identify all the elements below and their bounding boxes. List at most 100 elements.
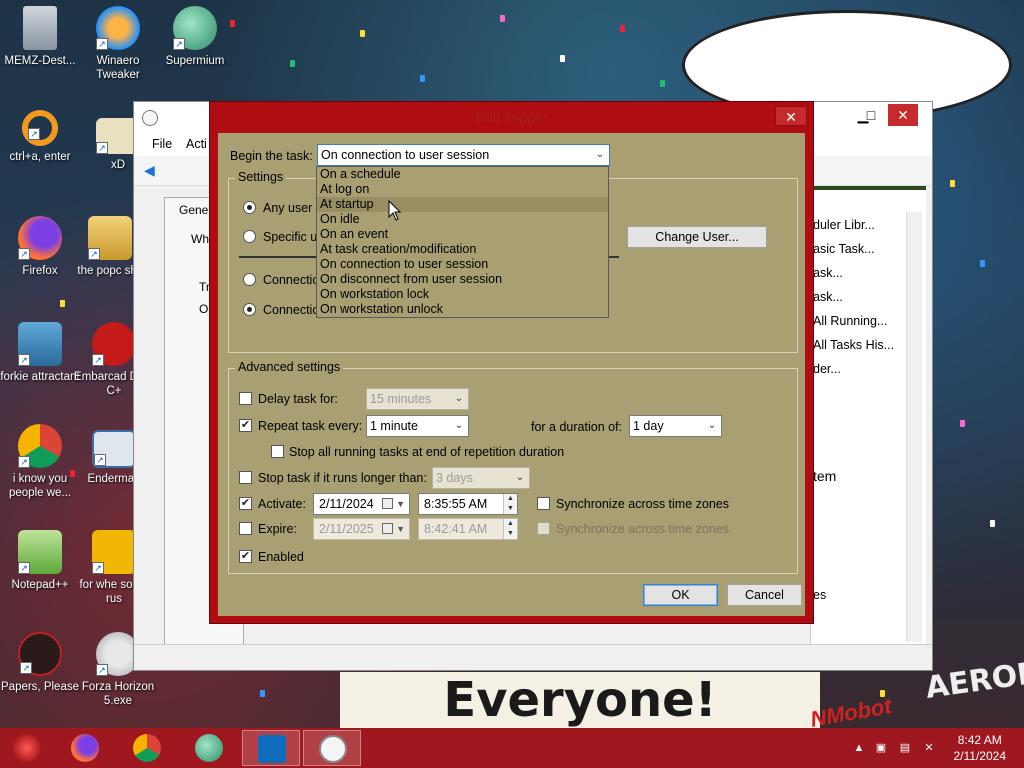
task-scheduler-icon: [319, 735, 347, 763]
delay-select[interactable]: 15 minutes ⌄: [366, 388, 469, 410]
sync-activate-checkbox[interactable]: [537, 497, 550, 510]
taskbar-chrome[interactable]: [122, 730, 172, 766]
clock-app-icon: [142, 110, 158, 126]
shortcut-arrow-icon: ↗: [96, 142, 108, 154]
dropdown-option[interactable]: At task creation/modification: [317, 242, 608, 257]
taskbar-task-scheduler[interactable]: [303, 730, 361, 766]
maximize-icon[interactable]: □: [856, 104, 886, 126]
specific-user-radio[interactable]: [243, 230, 256, 243]
action-item[interactable]: duler Libr...: [813, 218, 875, 232]
expire-date-picker[interactable]: 2/11/2025 ▼: [313, 518, 410, 540]
cancel-button[interactable]: Cancel: [727, 584, 802, 606]
shortcut-arrow-icon: ↗: [92, 354, 104, 366]
confetti: [560, 55, 565, 62]
desktop-icon-memz[interactable]: MEMZ-Dest...: [0, 6, 80, 68]
change-user-button[interactable]: Change User...: [627, 226, 767, 248]
begin-task-dropdown-list[interactable]: On a schedule At log on At startup On id…: [316, 166, 609, 318]
chevron-down-icon: ▼: [396, 524, 405, 534]
activate-time-picker[interactable]: 8:35:55 AM ▲ ▼: [418, 493, 518, 515]
supermium-icon: ↗: [173, 6, 217, 50]
spin-arrows-icon[interactable]: ▲ ▼: [503, 494, 517, 514]
taskbar-firefox[interactable]: [60, 730, 110, 766]
shortcut-arrow-icon: ↗: [18, 248, 30, 260]
desktop-icon-papers-please[interactable]: ↗ Papers, Please: [0, 632, 80, 694]
any-user-radio[interactable]: [243, 201, 256, 214]
desktop-icon-supermium[interactable]: ↗ Supermium: [155, 6, 235, 68]
firefox-icon: [71, 734, 99, 762]
dropdown-option[interactable]: On idle: [317, 212, 608, 227]
back-arrow-icon[interactable]: ◀: [144, 162, 155, 179]
repeat-select[interactable]: 1 minute ⌄: [366, 415, 469, 437]
recycle-bin-icon: [23, 6, 57, 50]
desktop-icon-label: forkie attractant: [0, 371, 80, 383]
advanced-title: Advanced settings: [235, 360, 344, 374]
dropdown-option[interactable]: On workstation lock: [317, 287, 608, 302]
tray-chevron-up-icon[interactable]: ▲: [852, 741, 866, 755]
window-icon: ↗: [92, 430, 136, 468]
tray-volume-muted-icon[interactable]: ✕: [922, 741, 936, 755]
delay-label: Delay task for:: [258, 392, 338, 406]
shortcut-arrow-icon: ↗: [96, 38, 108, 50]
chevron-down-icon: ⌄: [454, 393, 464, 404]
taskbar-supermium[interactable]: [184, 730, 234, 766]
spin-arrows-icon[interactable]: ▲ ▼: [503, 519, 517, 539]
duration-label: for a duration of:: [531, 420, 623, 434]
dropdown-option[interactable]: On disconnect from user session: [317, 272, 608, 287]
tab-general[interactable]: Gene: [179, 203, 208, 217]
desktop-icon-notepadpp[interactable]: ↗ Notepad++: [0, 530, 80, 592]
dropdown-option[interactable]: At log on: [317, 182, 608, 197]
close-icon[interactable]: ✕: [888, 104, 918, 126]
dropdown-option[interactable]: On connection to user session: [317, 257, 608, 272]
tray-network-icon[interactable]: ▣: [874, 741, 888, 755]
action-item[interactable]: asic Task...: [813, 242, 875, 256]
desktop-icon-forkie[interactable]: ↗ forkie attractant: [0, 322, 80, 384]
dropdown-option[interactable]: On an event: [317, 227, 608, 242]
taskbar-outlook[interactable]: [242, 730, 300, 766]
action-item[interactable]: ask...: [813, 266, 843, 280]
duration-value: 1 day: [633, 419, 664, 433]
dropdown-option[interactable]: On workstation unlock: [317, 302, 608, 317]
menu-file[interactable]: File: [152, 137, 172, 151]
action-item[interactable]: All Running...: [813, 314, 887, 328]
stop-all-checkbox[interactable]: [271, 445, 284, 458]
action-item[interactable]: der...: [813, 362, 841, 376]
sync-expire-checkbox[interactable]: [537, 522, 550, 535]
stop-longer-select[interactable]: 3 days ⌄: [432, 467, 530, 489]
dropdown-option[interactable]: At startup: [317, 197, 608, 212]
close-icon[interactable]: ✕: [775, 106, 807, 126]
begin-task-select[interactable]: On connection to user session ⌄: [317, 144, 610, 166]
activate-date-picker[interactable]: 2/11/2024 ▼: [313, 493, 410, 515]
connection-local-radio[interactable]: [243, 273, 256, 286]
expire-time-picker[interactable]: 8:42:41 AM ▲ ▼: [418, 518, 518, 540]
status-bar: [134, 644, 932, 670]
enabled-checkbox[interactable]: ✔: [239, 550, 252, 563]
chevron-down-icon: ⌄: [515, 472, 525, 483]
action-item[interactable]: ask...: [813, 290, 843, 304]
desktop-icon-firefox[interactable]: ↗ Firefox: [0, 216, 80, 278]
connection-remote-radio[interactable]: [243, 303, 256, 316]
desktop-icon-chrome[interactable]: ↗ i know you people we...: [0, 424, 80, 500]
expire-checkbox[interactable]: [239, 522, 252, 535]
taskbar-clock[interactable]: 8:42 AM 2/11/2024: [954, 732, 1007, 764]
duration-select[interactable]: 1 day ⌄: [629, 415, 722, 437]
expire-label: Expire:: [258, 522, 297, 536]
desktop-icon-winaero[interactable]: ↗ Winaero Tweaker: [78, 6, 158, 82]
confetti: [990, 520, 995, 527]
action-item[interactable]: All Tasks His...: [813, 338, 894, 352]
menu-action[interactable]: Acti: [186, 137, 207, 151]
shortcut-arrow-icon: ↗: [28, 128, 40, 140]
connection-local-label: Connectio: [263, 273, 320, 287]
stop-longer-checkbox[interactable]: [239, 471, 252, 484]
dropdown-option[interactable]: On a schedule: [317, 167, 608, 182]
actions-scrollbar[interactable]: [906, 212, 922, 642]
action-item[interactable]: tem: [813, 468, 836, 484]
delay-checkbox[interactable]: [239, 392, 252, 405]
repeat-checkbox[interactable]: ✔: [239, 419, 252, 432]
desktop-icon-ctrl-a[interactable]: ↗ ctrl+a, enter: [0, 110, 80, 164]
activate-checkbox[interactable]: ✔: [239, 497, 252, 510]
banner: Everyone!: [340, 672, 820, 728]
ok-button[interactable]: OK: [643, 584, 718, 606]
taskbar-memz[interactable]: [2, 730, 52, 766]
action-item[interactable]: es: [813, 588, 826, 602]
tray-action-center-icon[interactable]: ▤: [898, 741, 912, 755]
